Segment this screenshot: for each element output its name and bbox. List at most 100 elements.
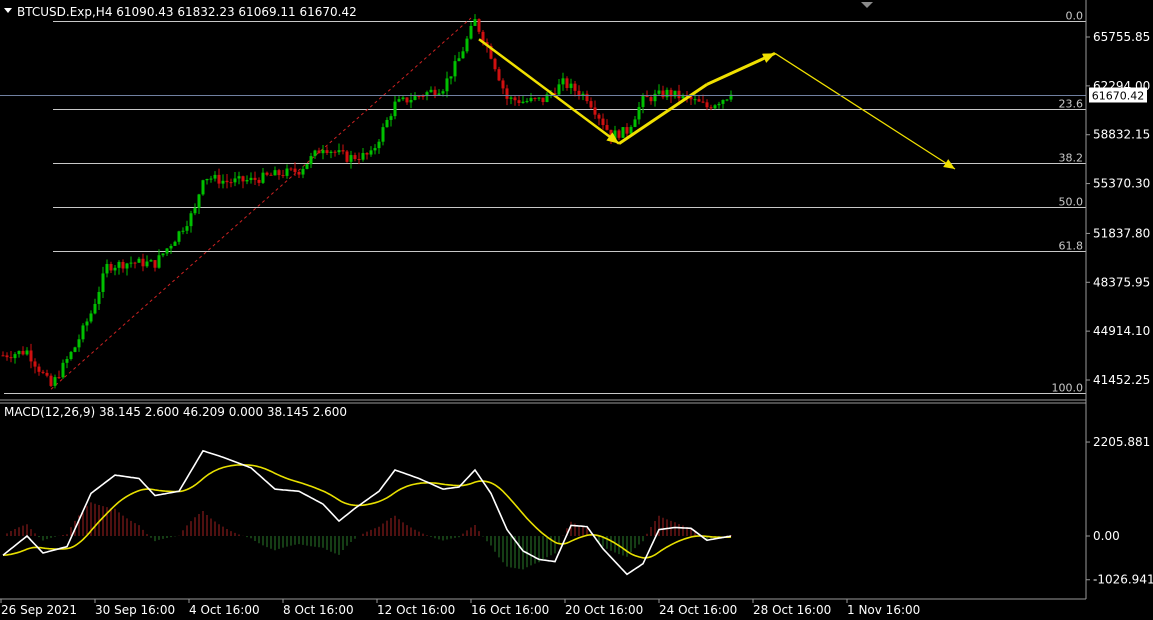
candle-body — [5, 355, 9, 358]
candle-body — [17, 350, 21, 355]
candle-body — [45, 372, 49, 376]
macd-tick-label: -1026.941 — [1093, 573, 1153, 587]
macd-tick-label: 0.00 — [1093, 529, 1120, 543]
candle-body — [25, 350, 29, 355]
candle-body — [125, 263, 129, 269]
candle-body — [101, 273, 105, 292]
candle-body — [129, 262, 133, 264]
fib-level-label: 38.2 — [1059, 152, 1084, 165]
candle-body — [705, 102, 709, 108]
price-tick-label: 48375.95 — [1093, 275, 1150, 289]
candle-body — [521, 101, 525, 104]
candle-body — [389, 116, 393, 120]
candle-body — [41, 371, 45, 373]
time-tick-label: 28 Oct 16:00 — [753, 603, 831, 617]
candle-body — [277, 170, 281, 176]
candle-body — [97, 291, 101, 304]
price-tick-label: 58832.15 — [1093, 128, 1150, 142]
candle-body — [297, 171, 301, 175]
candle-body — [197, 194, 201, 208]
candle-body — [217, 174, 221, 184]
price-tick-label: 51837.80 — [1093, 226, 1150, 240]
candle-body — [593, 107, 597, 115]
candle-body — [65, 359, 69, 363]
candle-body — [165, 248, 169, 254]
candle-body — [465, 38, 469, 52]
candle-body — [49, 375, 53, 386]
candle-body — [189, 213, 193, 227]
candle-body — [269, 174, 273, 176]
fib-level-label: 0.0 — [1066, 10, 1084, 23]
candle-body — [89, 313, 93, 322]
candle-body — [141, 258, 145, 267]
candle-body — [289, 168, 293, 170]
candle-body — [585, 93, 589, 102]
candle-body — [589, 101, 593, 108]
candle-body — [525, 101, 529, 103]
candle-body — [701, 101, 705, 103]
candle-body — [221, 180, 225, 184]
candle-body — [457, 58, 461, 62]
candle-body — [149, 260, 153, 262]
candle-body — [597, 114, 601, 119]
candle-body — [29, 350, 33, 362]
candle-body — [233, 178, 237, 183]
candle-body — [633, 119, 637, 127]
candle-body — [345, 151, 349, 162]
candle-body — [505, 88, 509, 99]
candle-body — [721, 100, 725, 104]
candle-body — [509, 97, 513, 99]
macd-tick-label: 2205.881 — [1093, 435, 1150, 449]
candle-body — [369, 150, 373, 155]
candle-body — [133, 262, 137, 264]
candle-body — [617, 130, 621, 138]
candle-body — [293, 168, 297, 172]
candle-body — [621, 127, 625, 138]
candle-body — [381, 127, 385, 142]
fib-level-label: 61.8 — [1059, 240, 1084, 253]
candle-body — [469, 25, 473, 39]
candle-body — [409, 99, 413, 103]
time-tick-label: 26 Sep 2021 — [1, 603, 77, 617]
time-tick-label: 24 Oct 16:00 — [659, 603, 737, 617]
candle-body — [273, 170, 277, 176]
candle-body — [325, 150, 329, 153]
candle-body — [313, 150, 317, 157]
candle-body — [301, 168, 305, 175]
candle-body — [205, 178, 209, 181]
candle-body — [629, 126, 633, 134]
candle-body — [477, 19, 481, 32]
candle-body — [281, 175, 285, 177]
candle-body — [461, 51, 465, 59]
candle-body — [261, 172, 265, 183]
main-header: BTCUSD.Exp,H4 61090.43 61832.23 61069.11… — [17, 5, 357, 19]
time-tick-label: 1 Nov 16:00 — [847, 603, 920, 617]
time-tick-label: 12 Oct 16:00 — [377, 603, 455, 617]
candle-body — [357, 159, 361, 161]
candle-body — [529, 97, 533, 102]
candle-body — [37, 366, 41, 372]
candle-body — [397, 99, 401, 102]
candle-body — [249, 177, 253, 181]
price-tick-label: 44914.10 — [1093, 324, 1150, 338]
candle-body — [21, 350, 25, 355]
candle-body — [337, 150, 341, 153]
candle-body — [69, 351, 73, 360]
trading-chart[interactable]: 0.023.638.250.061.8100.0 61670.42 65755.… — [0, 0, 1153, 620]
candle-body — [441, 91, 445, 94]
candle-body — [333, 151, 337, 153]
candle-body — [173, 241, 177, 246]
candle-body — [557, 84, 561, 95]
candle-body — [61, 362, 65, 378]
candle-body — [377, 141, 381, 149]
time-tick-label: 30 Sep 16:00 — [95, 603, 175, 617]
candle-body — [53, 377, 57, 386]
candle-body — [137, 258, 141, 263]
price-tick-label: 41452.25 — [1093, 373, 1150, 387]
candle-body — [309, 156, 313, 165]
candle-body — [501, 80, 505, 89]
candle-body — [605, 125, 609, 130]
candle-body — [353, 155, 357, 160]
candle-body — [157, 255, 161, 268]
candle-body — [73, 347, 77, 352]
